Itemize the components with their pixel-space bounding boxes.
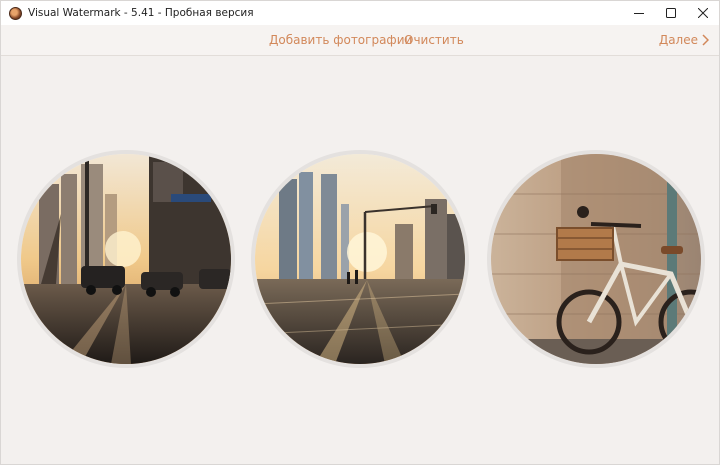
window-controls [623, 1, 719, 25]
add-photos-button[interactable]: Добавить фотографии [269, 33, 412, 47]
maximize-button[interactable] [655, 1, 687, 25]
maximize-icon [666, 8, 676, 18]
window-title: Visual Watermark - 5.41 - Пробная версия [28, 7, 254, 19]
clear-button[interactable]: Очистить [404, 33, 464, 47]
chevron-right-icon [702, 34, 709, 46]
photo-image-1 [21, 154, 231, 364]
photo-thumbnail-1[interactable] [17, 150, 235, 368]
minimize-icon [634, 13, 644, 14]
minimize-button[interactable] [623, 1, 655, 25]
toolbar: Добавить фотографии Очистить Далее [1, 25, 719, 56]
photo-area [1, 56, 719, 464]
photo-image-3 [491, 154, 701, 364]
next-button[interactable]: Далее [659, 33, 709, 47]
photo-thumbnail-2[interactable] [251, 150, 469, 368]
close-icon [698, 8, 708, 18]
close-button[interactable] [687, 1, 719, 25]
app-window: Visual Watermark - 5.41 - Пробная версия… [0, 0, 720, 465]
next-button-label: Далее [658, 33, 698, 47]
photo-image-2 [255, 154, 465, 364]
title-bar[interactable]: Visual Watermark - 5.41 - Пробная версия [1, 1, 719, 25]
app-icon[interactable] [9, 6, 22, 20]
photo-thumbnail-3[interactable] [487, 150, 705, 368]
